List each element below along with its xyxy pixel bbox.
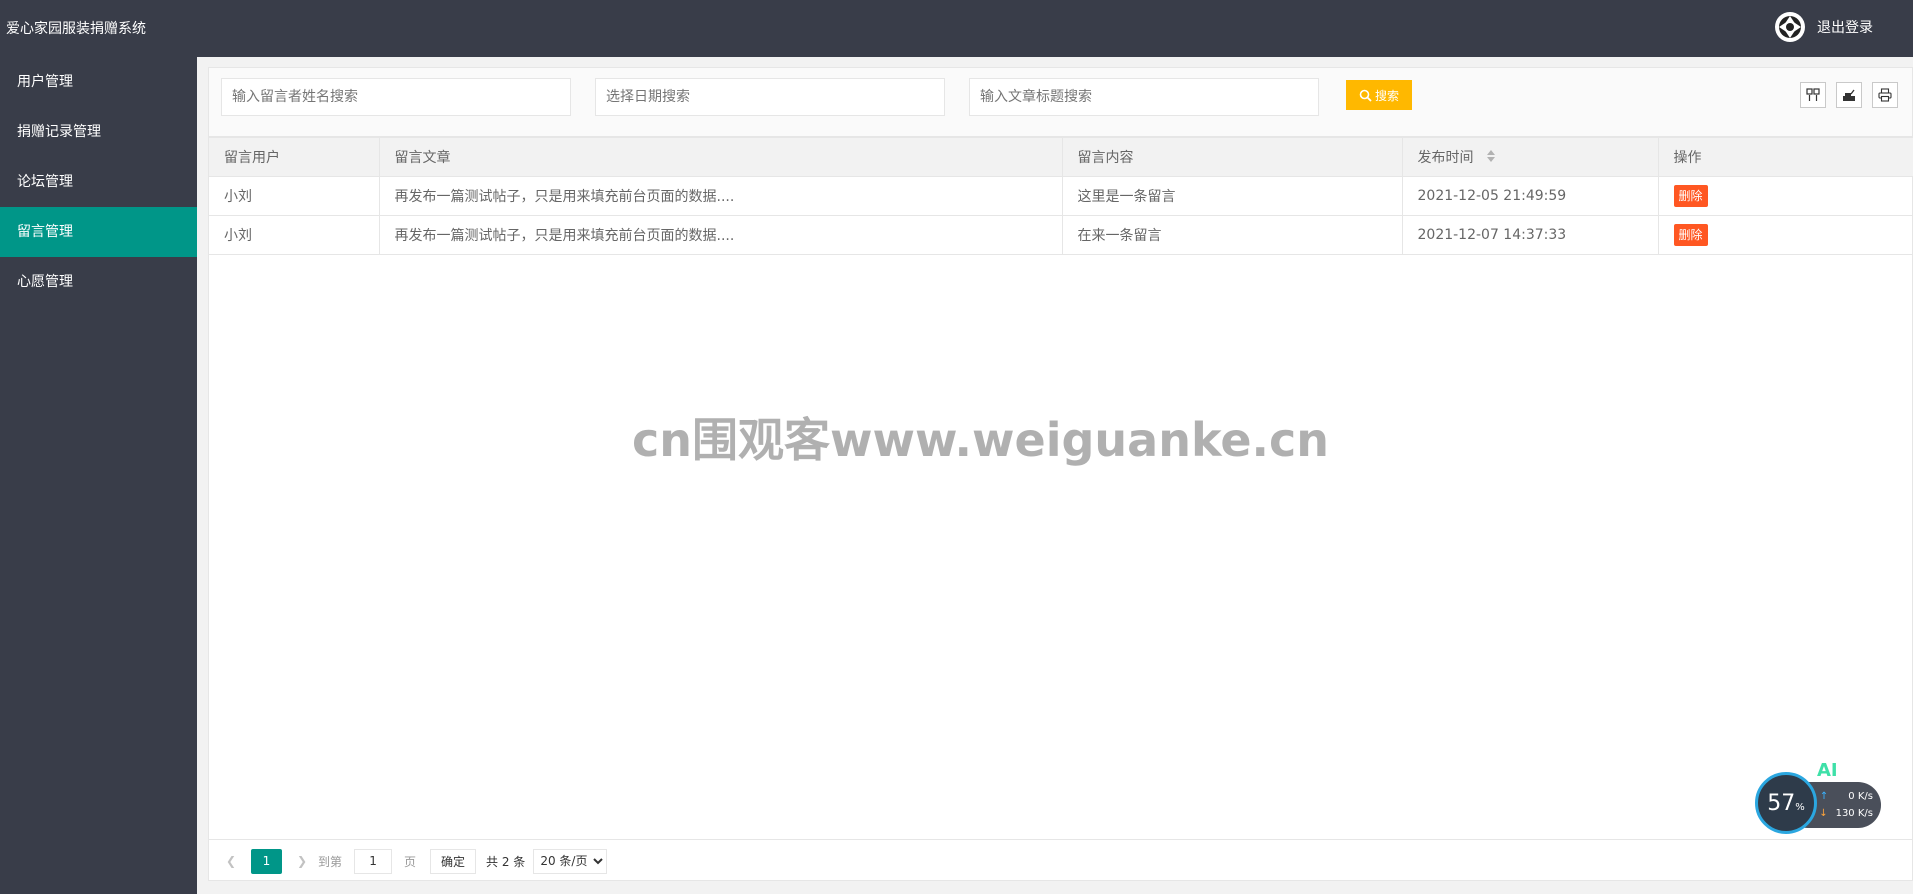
search-button[interactable]: 搜索 <box>1346 80 1412 110</box>
cell-user: 小刘 <box>209 215 380 255</box>
search-toolbar: 搜索 <box>209 68 1912 137</box>
pagination: ❮ 1 ❯ 到第 页 确定 共 2 条 20 条/页 <box>209 839 1912 882</box>
cell-content: 在来一条留言 <box>1062 215 1403 255</box>
print-button[interactable] <box>1872 82 1898 108</box>
cell-time: 2021-12-05 21:49:59 <box>1402 176 1659 216</box>
user-name-search-input[interactable] <box>221 78 571 116</box>
avatar <box>1775 12 1805 42</box>
table-header-row: 留言用户 留言文章 留言内容 发布时间 操作 <box>209 137 1913 177</box>
network-speed-widget[interactable]: AI ↑ 0 K/s ↓ 130 K/s 57% <box>1755 760 1881 834</box>
ai-badge: AI <box>1817 760 1838 781</box>
cell-action: 删除 <box>1658 215 1913 255</box>
column-header-article: 留言文章 <box>379 137 1063 177</box>
total-count: 共 2 条 <box>486 854 526 869</box>
upload-arrow-icon: ↑ <box>1819 791 1829 802</box>
table-row: 小刘 再发布一篇测试帖子，只是用来填充前台页面的数据.... 在来一条留言 20… <box>209 215 1913 255</box>
memory-percent-unit: % <box>1795 801 1805 813</box>
download-arrow-icon: ↓ <box>1819 808 1828 819</box>
column-header-action: 操作 <box>1658 137 1913 177</box>
logout-label: 退出登录 <box>1817 20 1873 36</box>
delete-button[interactable]: 删除 <box>1673 224 1708 246</box>
shutter-logo-icon <box>1776 13 1804 41</box>
sidebar-item-wishes[interactable]: 心愿管理 <box>0 257 197 307</box>
memory-usage-gauge: 57% <box>1755 772 1817 834</box>
export-button[interactable] <box>1836 82 1862 108</box>
columns-icon <box>1806 88 1820 101</box>
sidebar-item-messages[interactable]: 留言管理 <box>0 207 197 257</box>
page-unit-label: 页 <box>404 854 417 869</box>
sidebar-item-forum[interactable]: 论坛管理 <box>0 157 197 207</box>
search-icon <box>1359 89 1372 102</box>
delete-button[interactable]: 删除 <box>1673 185 1708 207</box>
page-size-select[interactable]: 20 条/页 <box>533 848 608 874</box>
next-page-icon[interactable]: ❯ <box>292 854 312 868</box>
search-button-label: 搜索 <box>1374 88 1399 103</box>
goto-label: 到第 <box>318 854 343 869</box>
print-icon <box>1878 88 1892 102</box>
sort-icon[interactable] <box>1486 149 1496 167</box>
download-value: 130 <box>1835 808 1855 819</box>
cell-action: 删除 <box>1658 176 1913 216</box>
page-1-button[interactable]: 1 <box>251 848 282 874</box>
sidebar-item-users[interactable]: 用户管理 <box>0 57 197 107</box>
columns-filter-button[interactable] <box>1800 82 1826 108</box>
article-title-search-input[interactable] <box>969 78 1319 116</box>
column-header-time[interactable]: 发布时间 <box>1402 137 1659 177</box>
goto-page-input[interactable] <box>354 848 393 874</box>
sidebar-item-donation-records[interactable]: 捐赠记录管理 <box>0 107 197 157</box>
app-title: 爱心家园服装捐赠系统 <box>6 21 146 37</box>
cell-time: 2021-12-07 14:37:33 <box>1402 215 1659 255</box>
date-search-input[interactable] <box>595 78 945 116</box>
table-row: 小刘 再发布一篇测试帖子，只是用来填充前台页面的数据.... 这里是一条留言 2… <box>209 176 1913 216</box>
goto-confirm-button[interactable]: 确定 <box>430 848 477 874</box>
messages-table: 留言用户 留言文章 留言内容 发布时间 操作 小刘 再发布一篇测试帖子，只是用来… <box>209 137 1913 255</box>
cell-article: 再发布一篇测试帖子，只是用来填充前台页面的数据.... <box>379 176 1063 216</box>
upload-value: 0 <box>1848 791 1855 802</box>
export-icon <box>1843 89 1855 101</box>
memory-percent: 57 <box>1767 790 1796 816</box>
top-header: 爱心家园服装捐赠系统 退出登录 <box>0 0 1913 57</box>
column-header-content: 留言内容 <box>1062 137 1403 177</box>
upload-speed: ↑ 0 K/s <box>1820 791 1873 802</box>
cell-article: 再发布一篇测试帖子，只是用来填充前台页面的数据.... <box>379 215 1063 255</box>
sidebar: 用户管理 捐赠记录管理 论坛管理 留言管理 心愿管理 <box>0 57 197 894</box>
prev-page-icon[interactable]: ❮ <box>221 854 241 868</box>
upload-unit: K/s <box>1857 791 1873 802</box>
logout-button[interactable]: 退出登录 <box>1775 12 1873 42</box>
download-unit: K/s <box>1857 808 1873 819</box>
column-header-time-label: 发布时间 <box>1417 150 1474 166</box>
table-panel: 搜索 <box>208 67 1913 881</box>
download-speed: ↓ 130 K/s <box>1819 808 1873 819</box>
cell-user: 小刘 <box>209 176 380 216</box>
cell-content: 这里是一条留言 <box>1062 176 1403 216</box>
watermark: cn围观客www.weiguanke.cn <box>632 413 1330 467</box>
column-header-user: 留言用户 <box>209 137 380 177</box>
main-content: 搜索 <box>197 57 1913 894</box>
